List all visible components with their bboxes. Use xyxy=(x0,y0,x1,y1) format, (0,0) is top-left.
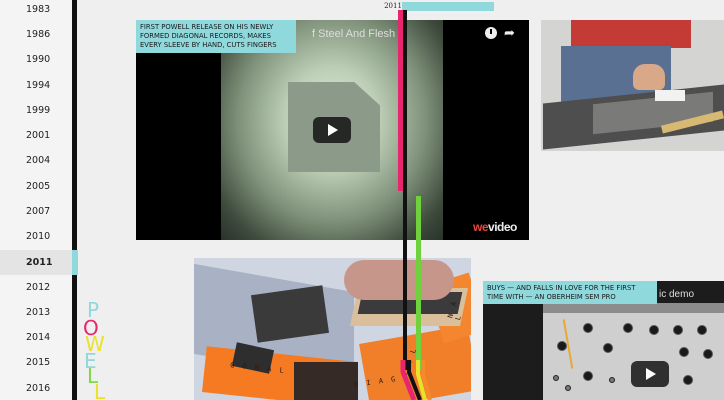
play-button[interactable] xyxy=(631,361,669,387)
share-icon[interactable]: ➦ xyxy=(504,25,515,41)
video-title[interactable]: ic demo xyxy=(659,289,694,300)
page: 1983 1986 1990 1994 1999 2001 2004 2005 … xyxy=(0,0,724,400)
active-year-indicator xyxy=(72,250,78,275)
year-item[interactable]: 2014 xyxy=(0,325,72,350)
year-item[interactable]: 2015 xyxy=(0,350,72,375)
clock-icon[interactable] xyxy=(485,27,497,39)
year-item[interactable]: 2004 xyxy=(0,148,72,173)
video-player-steel-and-flesh[interactable]: f Steel And Flesh ➦ wevideo xyxy=(136,20,529,240)
event-caption: FIRST POWELL RELEASE ON HIS NEWLY FORMED… xyxy=(136,20,296,53)
year-item[interactable]: 2005 xyxy=(0,174,72,199)
sidebar-divider xyxy=(72,0,77,400)
year-item[interactable]: 1994 xyxy=(0,73,72,98)
year-item[interactable]: 1983 xyxy=(0,0,72,22)
year-item[interactable]: 1986 xyxy=(0,22,72,47)
year-item[interactable]: 2010 xyxy=(0,224,72,249)
timeline-line-black xyxy=(403,10,407,370)
year-item[interactable]: 1999 xyxy=(0,98,72,123)
wevideo-logo: wevideo xyxy=(473,220,517,234)
year-item[interactable]: 2016 xyxy=(0,376,72,400)
photo-cutting-sleeves[interactable] xyxy=(541,20,724,151)
video-title[interactable]: f Steel And Flesh xyxy=(312,28,395,40)
logo-letter-l: L xyxy=(94,380,106,400)
year-item[interactable]: 2013 xyxy=(0,300,72,325)
timeline-curve xyxy=(400,360,432,400)
event-caption: BUYS — AND FALLS IN LOVE FOR THE FIRST T… xyxy=(483,281,657,304)
year-item[interactable]: 1990 xyxy=(0,47,72,72)
year-sidebar: 1983 1986 1990 1994 1999 2001 2004 2005 … xyxy=(0,0,72,400)
year-item-active[interactable]: 2011 xyxy=(0,250,72,275)
play-button[interactable] xyxy=(313,117,351,143)
year-item[interactable]: 2001 xyxy=(0,123,72,148)
year-item[interactable]: 2007 xyxy=(0,199,72,224)
year-item[interactable]: 2012 xyxy=(0,275,72,300)
timeline-line-green xyxy=(416,196,421,370)
